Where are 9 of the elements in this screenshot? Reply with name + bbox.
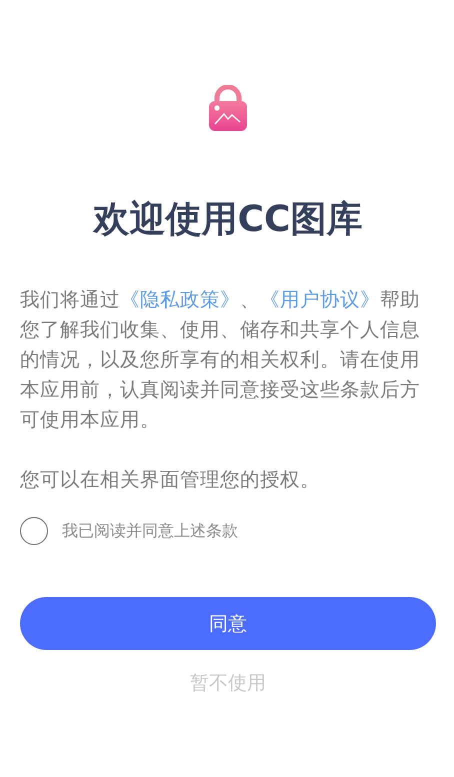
- intro-paragraph: 我们将通过《隐私政策》、《用户协议》帮助您了解我们收集、使用、储存和共享个人信息的情况，以及您所享有的相关权利。请在使用本应用前，认真阅读并同意接受这些条款后方可使用本应用。: [20, 287, 421, 433]
- lock-picture-icon: [208, 85, 248, 133]
- policy-link[interactable]: 《隐私政策》: [120, 288, 240, 311]
- agree-button[interactable]: 同意: [20, 597, 436, 650]
- consent-label: 我已阅读并同意上述条款: [62, 520, 238, 542]
- welcome-title: 欢迎使用CC图库: [92, 198, 364, 242]
- consent-checkbox[interactable]: [20, 517, 48, 545]
- policy-link[interactable]: 《用户协议》: [260, 288, 380, 311]
- note-text: 您可以在相关界面管理您的授权。: [20, 467, 321, 493]
